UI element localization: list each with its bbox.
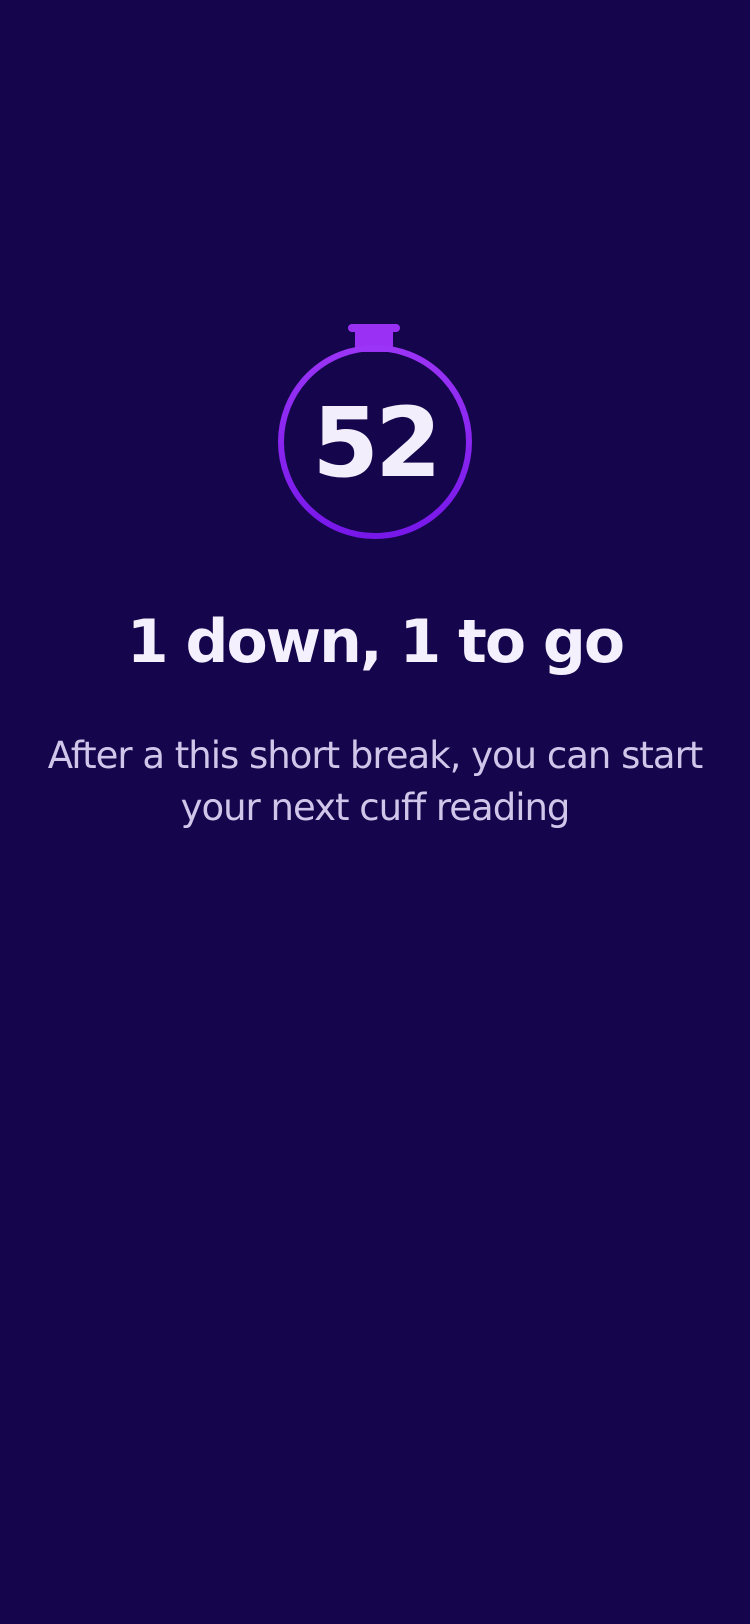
countdown-seconds: 52 (312, 387, 442, 499)
page-title: 1 down, 1 to go (126, 607, 625, 677)
break-message: After a this short break, you can start … (47, 734, 704, 829)
countdown-timer: 52 (275, 322, 475, 542)
break-screen: 52 1 down, 1 to go After a this short br… (0, 0, 750, 1624)
